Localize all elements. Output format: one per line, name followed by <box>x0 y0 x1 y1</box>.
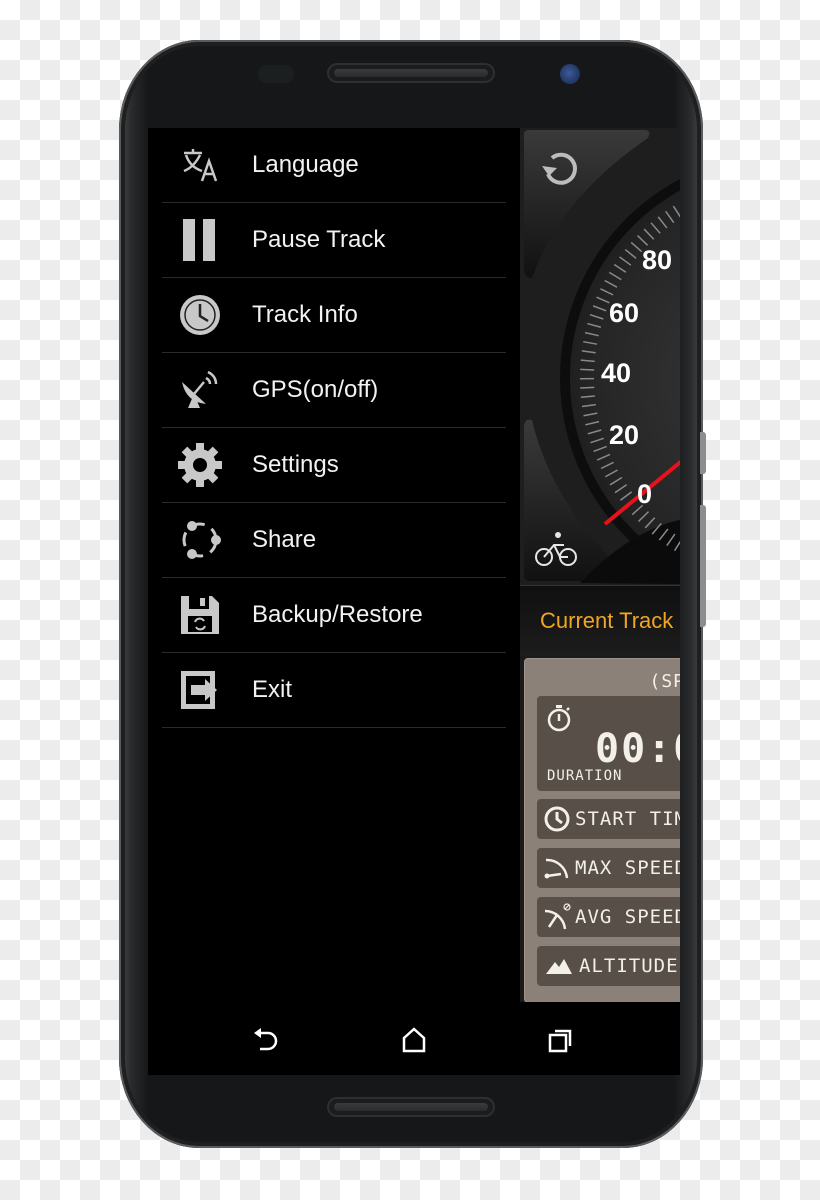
duration-value: 00:00 <box>595 726 680 772</box>
stat-label: MAX SPEED <box>575 857 680 879</box>
menu-item-language[interactable]: Language <box>162 128 506 203</box>
tick-label-80: 80 <box>642 245 672 275</box>
menu-label: Settings <box>252 451 339 478</box>
menu-label: Language <box>252 151 359 178</box>
max-speed-gauge-icon <box>543 852 571 884</box>
menu-label: Backup/Restore <box>252 601 423 628</box>
duration-label: DURATION <box>547 768 623 784</box>
pause-icon <box>178 218 222 262</box>
menu-item-exit[interactable]: Exit <box>162 653 506 728</box>
avg-speed-gauge-icon <box>543 901 571 933</box>
volume-up-button <box>700 432 706 474</box>
stat-label: ALTITUDE <box>579 955 679 977</box>
menu-item-track-info[interactable]: Track Info <box>162 278 506 353</box>
home-icon <box>402 1027 426 1053</box>
proximity-sensor <box>258 65 294 83</box>
units-label: (SP <box>649 671 680 692</box>
floppy-disk-icon <box>178 593 222 637</box>
share-icon <box>178 518 222 562</box>
clock-icon <box>543 803 571 835</box>
tick-label-60: 60 <box>609 298 639 328</box>
menu-item-pause-track[interactable]: Pause Track <box>162 203 506 278</box>
current-track-title: Current Track <box>540 608 674 633</box>
minor-tick <box>580 368 595 371</box>
stat-altitude[interactable]: ALTITUDE <box>537 946 680 986</box>
back-icon <box>254 1028 278 1051</box>
home-button[interactable] <box>394 1026 434 1054</box>
menu-label: Pause Track <box>252 226 386 253</box>
speedometer-app: 80 60 40 20 0 Current Track (SP 00: DURA… <box>520 128 680 1003</box>
bottom-speaker <box>327 1097 495 1117</box>
recents-icon <box>548 1029 572 1053</box>
menu-label: Exit <box>252 676 293 703</box>
gear-icon <box>178 443 222 487</box>
stat-start-time[interactable]: START TIME <box>537 799 680 839</box>
duration-display: 00:00 DURATION <box>537 696 680 791</box>
navigation-drawer: Language Pause Track Track Info GPS(on/o… <box>148 128 520 1002</box>
satellite-dish-icon <box>178 368 222 412</box>
stat-avg-speed[interactable]: AVG SPEED <box>537 897 680 937</box>
menu-label: GPS(on/off) <box>252 376 379 403</box>
stopwatch-icon <box>546 704 572 737</box>
recents-button[interactable] <box>541 1026 581 1054</box>
stat-max-speed[interactable]: MAX SPEED <box>537 848 680 888</box>
menu-item-gps[interactable]: GPS(on/off) <box>162 353 506 428</box>
current-track-stats: (SP 00:00 DURATION START TIME MAX SPEED <box>524 658 680 1003</box>
front-camera <box>560 64 580 84</box>
clock-icon <box>178 293 222 337</box>
menu-item-backup-restore[interactable]: Backup/Restore <box>162 578 506 653</box>
translate-icon <box>178 143 222 187</box>
speedometer: 80 60 40 20 0 <box>520 128 680 585</box>
volume-down-button <box>700 505 706 627</box>
menu-label: Track Info <box>252 301 358 328</box>
minor-tick <box>580 386 595 389</box>
menu-item-share[interactable]: Share <box>162 503 506 578</box>
system-navigation-bar <box>148 1002 680 1075</box>
exit-icon <box>178 668 222 712</box>
stat-label: AVG SPEED <box>575 906 680 928</box>
back-button[interactable] <box>246 1026 286 1054</box>
menu-label: Share <box>252 526 317 553</box>
tick-label-0: 0 <box>637 479 652 509</box>
current-track-header[interactable]: Current Track <box>520 585 680 656</box>
mountain-icon <box>543 950 575 982</box>
stat-label: START TIME <box>575 808 680 830</box>
tick-label-40: 40 <box>601 358 631 388</box>
phone-screen: 80 60 40 20 0 Current Track (SP 00: DURA… <box>148 128 680 1075</box>
earpiece-speaker <box>327 63 495 83</box>
menu-item-settings[interactable]: Settings <box>162 428 506 503</box>
tick-label-20: 20 <box>609 420 639 450</box>
